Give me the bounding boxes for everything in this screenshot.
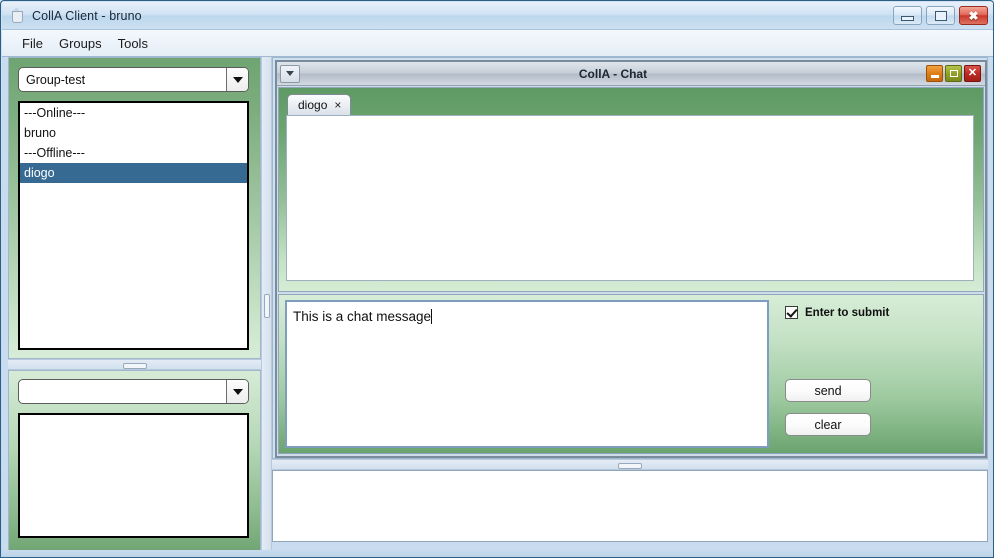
window-bottom-strip [2, 550, 993, 557]
mdi-desktop-pane: CollA - Chat ✕ diogo × This is a chat me… [272, 57, 988, 459]
close-icon: ✕ [967, 67, 978, 79]
chat-frame-title: CollA - Chat [578, 66, 648, 81]
chat-transcript[interactable] [286, 115, 974, 281]
list-item[interactable]: bruno [20, 123, 247, 143]
chat-compose-panel: This is a chat message Enter to submit s… [278, 294, 984, 454]
enter-to-submit-checkbox[interactable] [785, 306, 798, 319]
send-button[interactable]: send [785, 379, 871, 402]
chat-frame-menu-button[interactable] [280, 64, 300, 83]
secondary-select[interactable] [18, 379, 249, 404]
chat-frame-controls: ✕ [926, 65, 981, 82]
text-caret [431, 309, 433, 324]
maximize-icon [934, 10, 947, 21]
chat-transcript-panel: diogo × [278, 87, 984, 292]
enter-to-submit-row[interactable]: Enter to submit [785, 306, 889, 319]
maximize-button[interactable] [926, 6, 955, 25]
chat-tabstrip: diogo × [287, 93, 352, 115]
chat-message-text: This is a chat message [293, 309, 432, 324]
list-item-selected[interactable]: diogo [20, 163, 247, 183]
tab-diogo[interactable]: diogo × [287, 94, 352, 115]
window-title: CollA Client - bruno [32, 8, 142, 23]
java-coffee-cup-icon [9, 7, 25, 24]
tab-close-icon[interactable]: × [334, 99, 341, 111]
tab-label: diogo [298, 98, 328, 112]
log-panel[interactable] [272, 470, 988, 542]
chat-maximize-button[interactable] [945, 65, 962, 82]
window-titlebar: CollA Client - bruno ✖ [2, 2, 993, 30]
enter-to-submit-label: Enter to submit [805, 306, 890, 319]
log-split-divider[interactable] [272, 459, 988, 470]
group-select-value: Group-test [26, 72, 86, 87]
chevron-down-icon [226, 380, 248, 403]
sidebar-contacts-panel: Group-test ---Online--- bruno ---Offline… [8, 57, 261, 359]
menu-item-groups[interactable]: Groups [51, 34, 110, 53]
minimize-button[interactable] [893, 6, 922, 25]
main-window: CollA Client - bruno ✖ File Groups Tools [0, 0, 994, 558]
close-button[interactable]: ✖ [959, 6, 988, 25]
restore-icon [949, 70, 958, 77]
window-controls: ✖ [893, 6, 988, 25]
group-select[interactable]: Group-test [18, 67, 249, 92]
main-split-pane: Group-test ---Online--- bruno ---Offline… [2, 57, 993, 557]
sidebar-split-divider[interactable] [8, 359, 261, 370]
chat-minimize-button[interactable] [926, 65, 943, 82]
divider-grip [263, 293, 270, 318]
application-root: CollA Client - bruno ✖ File Groups Tools [0, 0, 994, 558]
chat-internal-frame: CollA - Chat ✕ diogo × This is a chat me… [275, 60, 987, 458]
chat-body: diogo × This is a chat message Enter to … [277, 86, 985, 456]
divider-grip [618, 463, 642, 469]
menu-item-tools[interactable]: Tools [110, 34, 156, 53]
contact-list[interactable]: ---Online--- bruno ---Offline--- diogo [18, 101, 249, 350]
minimize-icon [930, 74, 939, 78]
list-item[interactable]: ---Offline--- [20, 143, 247, 163]
right-split-pane: CollA - Chat ✕ diogo × This is a chat me… [272, 57, 988, 554]
menu-item-file[interactable]: File [14, 34, 51, 53]
secondary-list[interactable] [18, 413, 249, 538]
menu-bar: File Groups Tools [2, 30, 993, 57]
clear-button[interactable]: clear [785, 413, 871, 436]
main-vertical-divider[interactable] [261, 57, 272, 554]
chat-close-button[interactable]: ✕ [964, 65, 981, 82]
list-item[interactable]: ---Online--- [20, 103, 247, 123]
sidebar-secondary-panel [8, 370, 261, 554]
divider-grip [122, 363, 147, 369]
chat-compose-controls: Enter to submit send clear [775, 295, 983, 453]
sidebar: Group-test ---Online--- bruno ---Offline… [8, 57, 261, 554]
chevron-down-icon [286, 71, 294, 76]
chat-message-input[interactable]: This is a chat message [285, 300, 769, 448]
minimize-icon [901, 15, 914, 21]
chat-frame-titlebar: CollA - Chat ✕ [277, 62, 985, 86]
close-icon: ✖ [968, 8, 979, 23]
chevron-down-icon [226, 68, 248, 91]
